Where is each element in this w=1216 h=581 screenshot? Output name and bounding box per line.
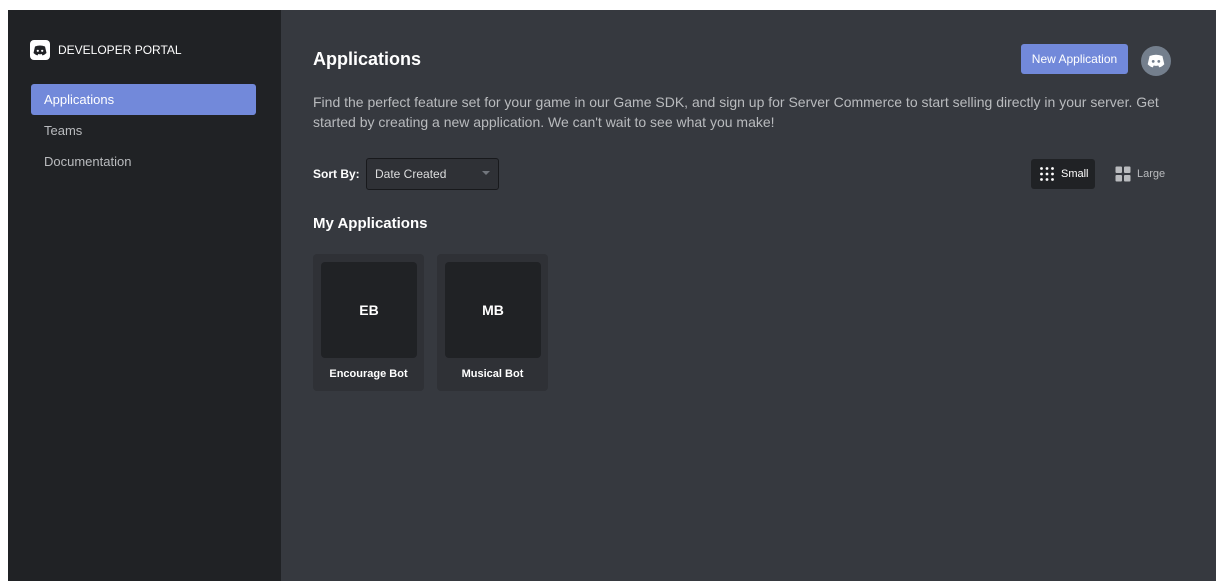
app-initials: EB [359, 302, 379, 318]
chevron-down-icon [482, 171, 490, 175]
app-icon: EB [321, 262, 417, 358]
sort-select[interactable]: Date Created [366, 158, 499, 190]
view-large-label: Large [1137, 168, 1166, 180]
sidebar-item-label: Applications [44, 92, 115, 107]
new-application-button[interactable]: New Application [1021, 44, 1128, 74]
view-small-toggle[interactable]: Small [1031, 159, 1095, 189]
sidebar-item-label: Documentation [44, 154, 132, 169]
application-grid: EB Encourage Bot MB Musical Bot [313, 254, 561, 391]
large-grid-icon [1115, 166, 1131, 182]
sidebar-item-applications[interactable]: Applications [31, 84, 256, 115]
view-small-label: Small [1061, 168, 1089, 180]
app-name: Encourage Bot [329, 368, 408, 380]
app-initials: MB [482, 302, 504, 318]
sort-selected-value: Date Created [375, 167, 447, 181]
brand-title: DEVELOPER PORTAL [58, 43, 182, 57]
page-title: Applications [313, 49, 422, 69]
developer-portal-window: DEVELOPER PORTAL Applications Teams Docu… [8, 10, 1216, 581]
sidebar-nav: Applications Teams Documentation [31, 84, 256, 177]
my-applications-title: My Applications [313, 215, 428, 232]
app-card-musical-bot[interactable]: MB Musical Bot [437, 254, 548, 391]
discord-avatar-icon [1147, 54, 1165, 68]
user-avatar[interactable] [1141, 46, 1171, 76]
discord-logo-icon [30, 40, 50, 60]
sidebar-item-documentation[interactable]: Documentation [31, 146, 256, 177]
sidebar: DEVELOPER PORTAL Applications Teams Docu… [8, 10, 281, 581]
page-description: Find the perfect feature set for your ga… [313, 94, 1159, 130]
sort-label: Sort By: [313, 167, 360, 181]
app-card-encourage-bot[interactable]: EB Encourage Bot [313, 254, 424, 391]
main-content: Applications New Application Find the pe… [281, 10, 1216, 581]
small-grid-icon [1040, 167, 1054, 181]
app-name: Musical Bot [461, 368, 524, 380]
view-large-toggle[interactable]: Large [1107, 159, 1171, 189]
sidebar-item-teams[interactable]: Teams [31, 115, 256, 146]
sidebar-item-label: Teams [44, 123, 83, 138]
app-icon: MB [445, 262, 541, 358]
brand[interactable]: DEVELOPER PORTAL [30, 40, 182, 60]
